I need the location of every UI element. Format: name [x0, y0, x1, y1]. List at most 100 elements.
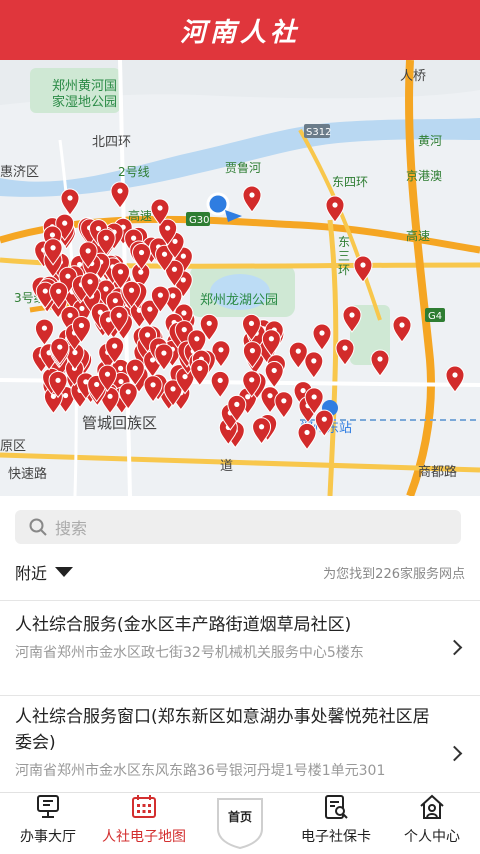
map-pin-dot	[104, 371, 111, 377]
map-pin-icon[interactable]	[370, 349, 390, 377]
house-person-icon	[420, 794, 444, 819]
map-canvas: 郑州黄河国 家湿地公园 郑州龙湖公园 北四环 惠济区 管城回族区 商都路 原区 …	[0, 60, 480, 496]
map-pin-icon[interactable]	[353, 255, 373, 283]
map-pin-dot	[112, 298, 118, 304]
nearby-dropdown[interactable]: 附近	[15, 560, 74, 584]
current-location-icon	[206, 192, 230, 216]
map-pin-dot	[128, 287, 135, 293]
map-pin-dot	[118, 378, 124, 385]
map-pin-dot	[321, 416, 327, 422]
map-pin-dot	[117, 269, 124, 275]
map-pin-icon[interactable]	[210, 370, 230, 399]
nav-item-personal-center[interactable]: 个人中心	[384, 793, 480, 854]
label-longhu: 郑州龙湖公园	[200, 293, 278, 308]
map-pin-dot	[85, 248, 91, 254]
south-road	[0, 452, 480, 473]
map-pin-dot	[180, 253, 186, 259]
list-divider-top	[0, 600, 480, 601]
map-pin-dot	[112, 343, 118, 349]
map-pin-dot	[182, 373, 188, 380]
map-pin-dot	[295, 348, 301, 354]
map-pin-dot	[172, 238, 178, 244]
map-pin-dot	[281, 398, 287, 404]
map-pin-icon[interactable]	[110, 181, 130, 209]
label-huanghe: 黄河	[418, 134, 442, 148]
app-header: 河南人社	[0, 0, 480, 60]
label-g4: G4	[428, 311, 442, 322]
list-item[interactable]: 人社综合服务窗口(郑东新区如意湖办事处馨悦苑社区居委会) 河南省郑州市金水区东风…	[0, 704, 480, 790]
map-pin-dot	[206, 320, 212, 326]
map-pin-dot	[452, 372, 458, 378]
label-shangdu: 商都路	[418, 464, 457, 480]
nav-label: 电子社保卡	[301, 829, 371, 845]
map-pin-dot	[157, 292, 163, 298]
label-wetland-1: 郑州黄河国	[52, 79, 117, 94]
service-map[interactable]: 郑州黄河国 家湿地公园 郑州龙湖公园 北四环 惠济区 管城回族区 商都路 原区 …	[0, 60, 480, 496]
map-pin-dot	[55, 288, 62, 294]
list-item[interactable]: 人社综合服务(金水区丰产路街道烟草局社区) 河南省郑州市金水区政七街32号机械机…	[0, 612, 480, 664]
chevron-right-icon	[446, 745, 463, 762]
map-pin-icon[interactable]	[445, 365, 465, 393]
map-pin-icon[interactable]	[60, 188, 80, 216]
home-label: 首页	[227, 810, 252, 824]
map-pin-dot	[103, 286, 109, 292]
map-pin-dot	[131, 235, 137, 241]
map-pin-icon[interactable]	[297, 422, 317, 451]
map-pin-icon[interactable]	[274, 391, 294, 419]
map-pin-dot	[377, 356, 383, 362]
filter-row: 附近 为您找到226家服务网点	[0, 556, 480, 588]
east-third-ring	[327, 219, 339, 496]
label-guancheng: 管城回族区	[82, 414, 157, 432]
map-pin-dot	[132, 365, 138, 371]
map-pin-dot	[399, 322, 405, 328]
map-pin-dot	[332, 202, 338, 208]
map-pin-dot	[249, 192, 255, 198]
map-pin-icon[interactable]	[304, 351, 324, 379]
map-pin-icon[interactable]	[34, 318, 54, 346]
map-pin-dot	[360, 262, 366, 268]
label-renqiao: 人桥	[400, 69, 426, 84]
label-g30: G30	[189, 215, 209, 226]
map-pin-dot	[258, 424, 265, 430]
map-pin-dot	[249, 348, 256, 354]
nav-item-map[interactable]: 人社电子地图	[96, 793, 192, 854]
map-pin-icon[interactable]	[242, 185, 262, 213]
map-pin-dot	[79, 305, 85, 312]
map-pin-dot	[117, 365, 124, 371]
map-pin-dot	[218, 347, 224, 353]
nav-item-social-card[interactable]: 电子社保卡	[288, 793, 384, 854]
map-pin-dot	[49, 232, 56, 238]
monitor-icon	[37, 795, 59, 818]
search-bar[interactable]: 搜索	[15, 510, 461, 544]
map-pin-dot	[147, 306, 153, 312]
service-address: 河南省郑州市金水区东风东路36号银河丹堤1号楼1单元301	[15, 763, 386, 779]
nav-label: 办事大厅	[20, 829, 76, 845]
map-pin-dot	[161, 350, 167, 356]
map-pin-icon[interactable]	[392, 315, 412, 343]
map-pin-dot	[103, 235, 109, 241]
map-pin-dot	[57, 344, 63, 350]
map-pin-dot	[161, 251, 168, 257]
map-pin-dot	[125, 389, 131, 395]
map-pin-dot	[217, 377, 223, 384]
label-kuaisu: 快速路	[8, 466, 47, 482]
map-pin-dot	[311, 394, 317, 400]
label-dsh1: 东	[338, 235, 350, 249]
map-pin-dot	[342, 345, 348, 351]
label-dongsihuan: 东四环	[332, 175, 368, 189]
map-pin-dot	[319, 330, 325, 336]
map-pin-dot	[41, 325, 48, 331]
map-pin-dot	[157, 205, 163, 211]
map-pin-icon[interactable]	[312, 323, 332, 351]
dropdown-arrow-icon	[55, 567, 74, 577]
map-pin-dot	[107, 393, 113, 399]
map-pin-dot	[42, 288, 48, 294]
map-pin-dot	[50, 245, 56, 251]
map-pin-dot	[116, 312, 122, 318]
map-pin-icon[interactable]	[288, 341, 308, 369]
map-pin-dot	[245, 394, 251, 400]
nav-item-service-hall[interactable]: 办事大厅	[0, 793, 96, 854]
map-pin-dot	[180, 277, 186, 283]
app-root: 河南人社 郑州黄河国 家湿地公园 郑州龙湖公园 北四环 惠济区 管城回族区 商都…	[0, 0, 480, 854]
map-pin-dot	[181, 327, 187, 333]
